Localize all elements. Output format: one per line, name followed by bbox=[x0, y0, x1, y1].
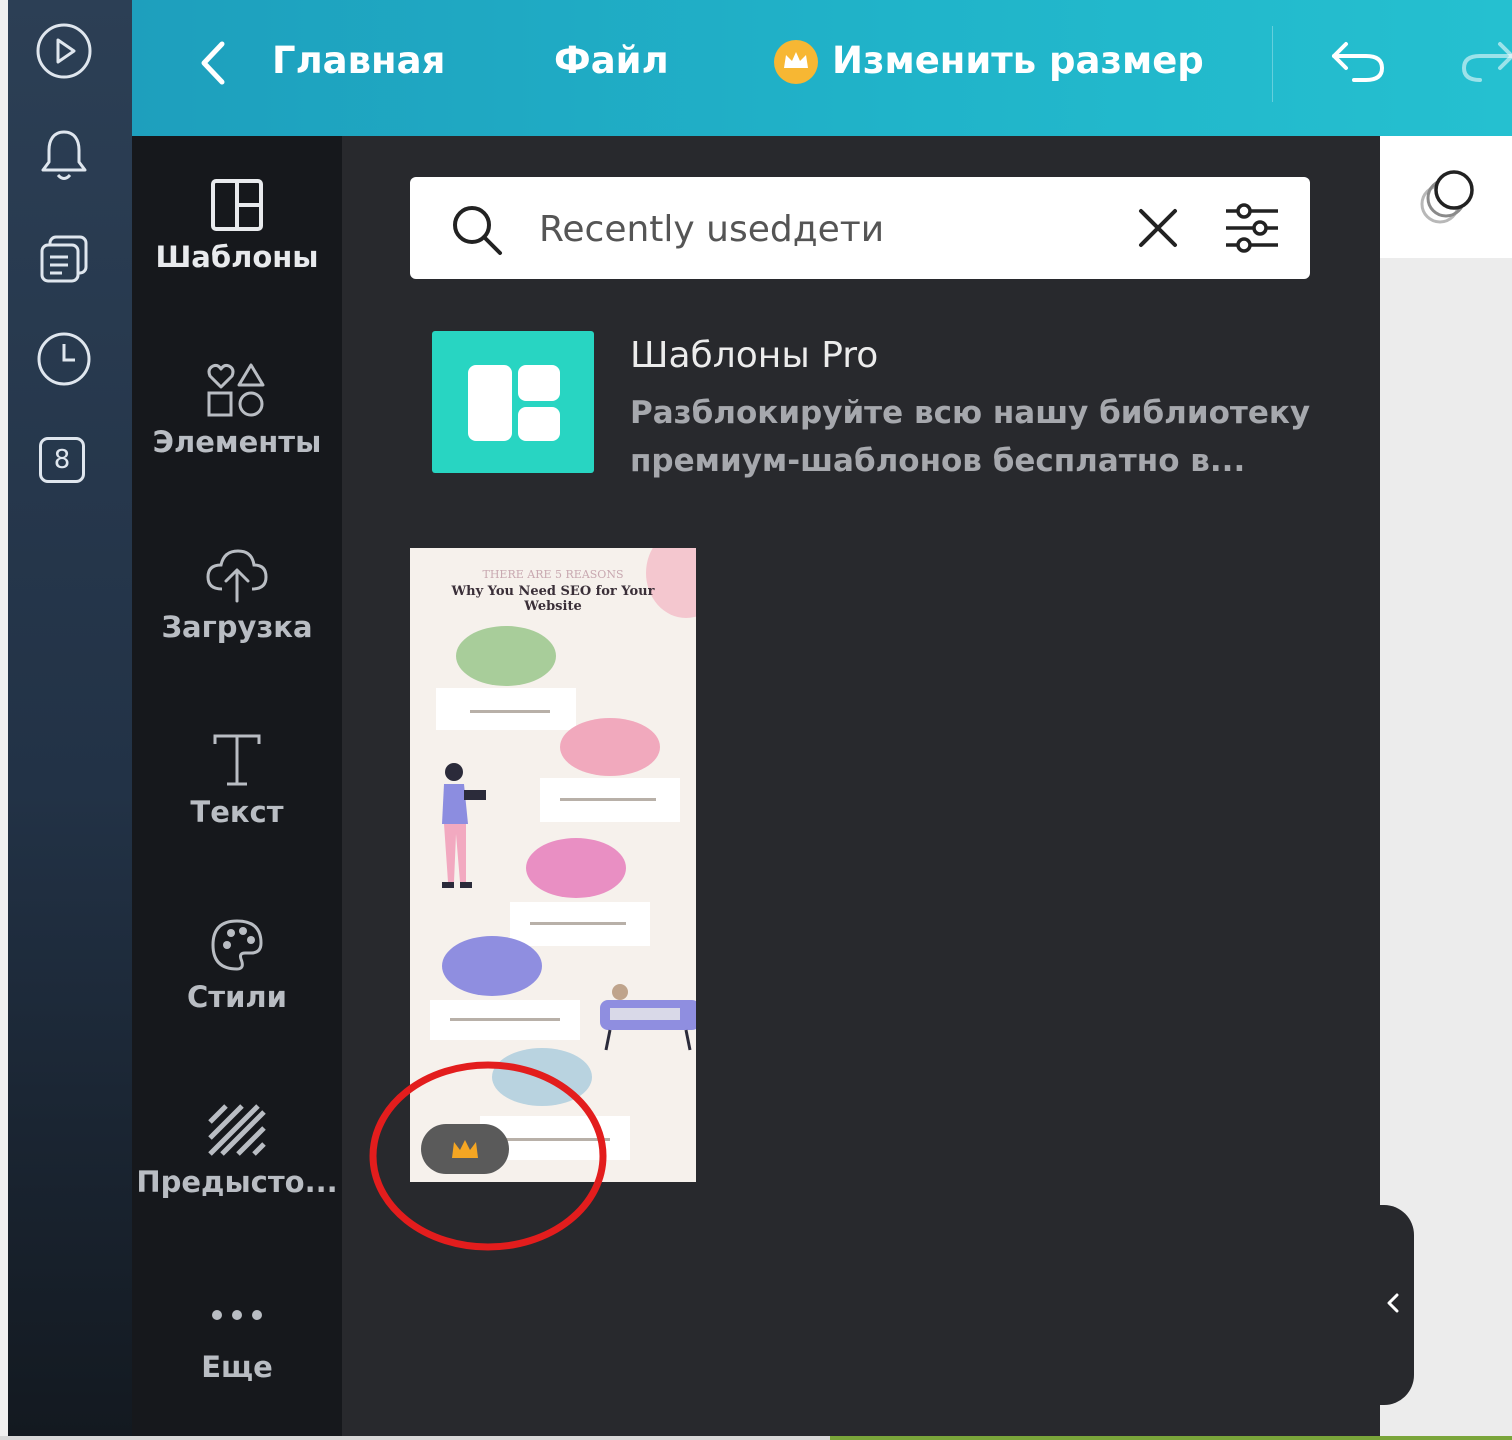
color-picker-icon[interactable] bbox=[1418, 166, 1482, 228]
close-icon[interactable] bbox=[1135, 205, 1181, 251]
app-rail: 8 bbox=[8, 0, 132, 1436]
tab-styles[interactable]: Стили bbox=[132, 876, 342, 1061]
resize-button[interactable]: Изменить размер bbox=[832, 36, 1204, 86]
tab-label: Стили bbox=[187, 980, 287, 1014]
bottom-edge-accent bbox=[830, 1436, 1512, 1440]
pro-title: Шаблоны Pro bbox=[630, 335, 879, 376]
tab-templates[interactable]: Шаблоны bbox=[132, 136, 342, 321]
undo-icon[interactable] bbox=[1328, 36, 1388, 88]
search-input[interactable] bbox=[537, 199, 1111, 259]
palette-icon bbox=[204, 912, 270, 978]
pages-icon[interactable] bbox=[33, 228, 95, 290]
template-subtitle: THERE ARE 5 REASONS bbox=[482, 568, 624, 581]
top-header: Главная Файл Изменить размер bbox=[132, 0, 1512, 136]
sofa-illustration bbox=[590, 978, 696, 1058]
more-icon bbox=[204, 1282, 270, 1348]
search-bar bbox=[410, 177, 1310, 279]
side-tabs: Шаблоны Элементы Загрузка Текст Стили Пр… bbox=[132, 136, 342, 1436]
clock-icon[interactable] bbox=[33, 328, 95, 390]
person-illustration bbox=[424, 762, 494, 902]
tab-label: Шаблоны bbox=[155, 240, 319, 274]
pro-logo-icon bbox=[432, 331, 594, 473]
background-icon bbox=[204, 1097, 270, 1163]
header-divider bbox=[1272, 26, 1273, 102]
home-button[interactable]: Главная bbox=[272, 36, 445, 86]
template-blob bbox=[456, 626, 556, 686]
counter-value: 8 bbox=[39, 437, 85, 483]
crown-icon bbox=[772, 38, 820, 86]
tab-label: Текст bbox=[190, 795, 284, 829]
counter-badge[interactable]: 8 bbox=[33, 430, 95, 492]
template-blob bbox=[526, 838, 626, 898]
red-highlight-annotation bbox=[369, 1061, 607, 1251]
file-menu-button[interactable]: Файл bbox=[554, 36, 669, 86]
text-icon bbox=[204, 727, 270, 793]
tab-text[interactable]: Текст bbox=[132, 691, 342, 876]
bell-icon[interactable] bbox=[33, 124, 95, 186]
tab-more[interactable]: Еще bbox=[132, 1246, 342, 1431]
tab-label: Еще bbox=[201, 1350, 273, 1384]
tab-label: Загрузка bbox=[161, 610, 313, 644]
elements-icon bbox=[204, 357, 270, 423]
tab-upload[interactable]: Загрузка bbox=[132, 506, 342, 691]
chevron-left-icon[interactable] bbox=[196, 38, 232, 88]
tab-label: Элементы bbox=[152, 425, 322, 459]
template-blob bbox=[442, 936, 542, 996]
tab-elements[interactable]: Элементы bbox=[132, 321, 342, 506]
tab-label: Предысто... bbox=[136, 1165, 338, 1199]
pro-templates-promo[interactable]: Шаблоны Pro Разблокируйте всю нашу библи… bbox=[432, 331, 1332, 481]
play-icon[interactable] bbox=[33, 20, 95, 82]
template-title: Why You Need SEO for Your Website bbox=[451, 584, 655, 614]
filter-sliders-icon[interactable] bbox=[1222, 201, 1282, 255]
tab-backgrounds[interactable]: Предысто... bbox=[132, 1061, 342, 1246]
templates-icon bbox=[204, 172, 270, 238]
canvas-toolbar bbox=[1380, 136, 1512, 258]
template-blob bbox=[560, 718, 660, 776]
upload-icon bbox=[204, 542, 270, 608]
redo-icon[interactable] bbox=[1460, 36, 1512, 88]
pro-description: Разблокируйте всю нашу библиотеку премиу… bbox=[630, 395, 1311, 479]
chevron-left-icon[interactable] bbox=[1378, 1288, 1408, 1318]
search-icon bbox=[450, 203, 504, 257]
